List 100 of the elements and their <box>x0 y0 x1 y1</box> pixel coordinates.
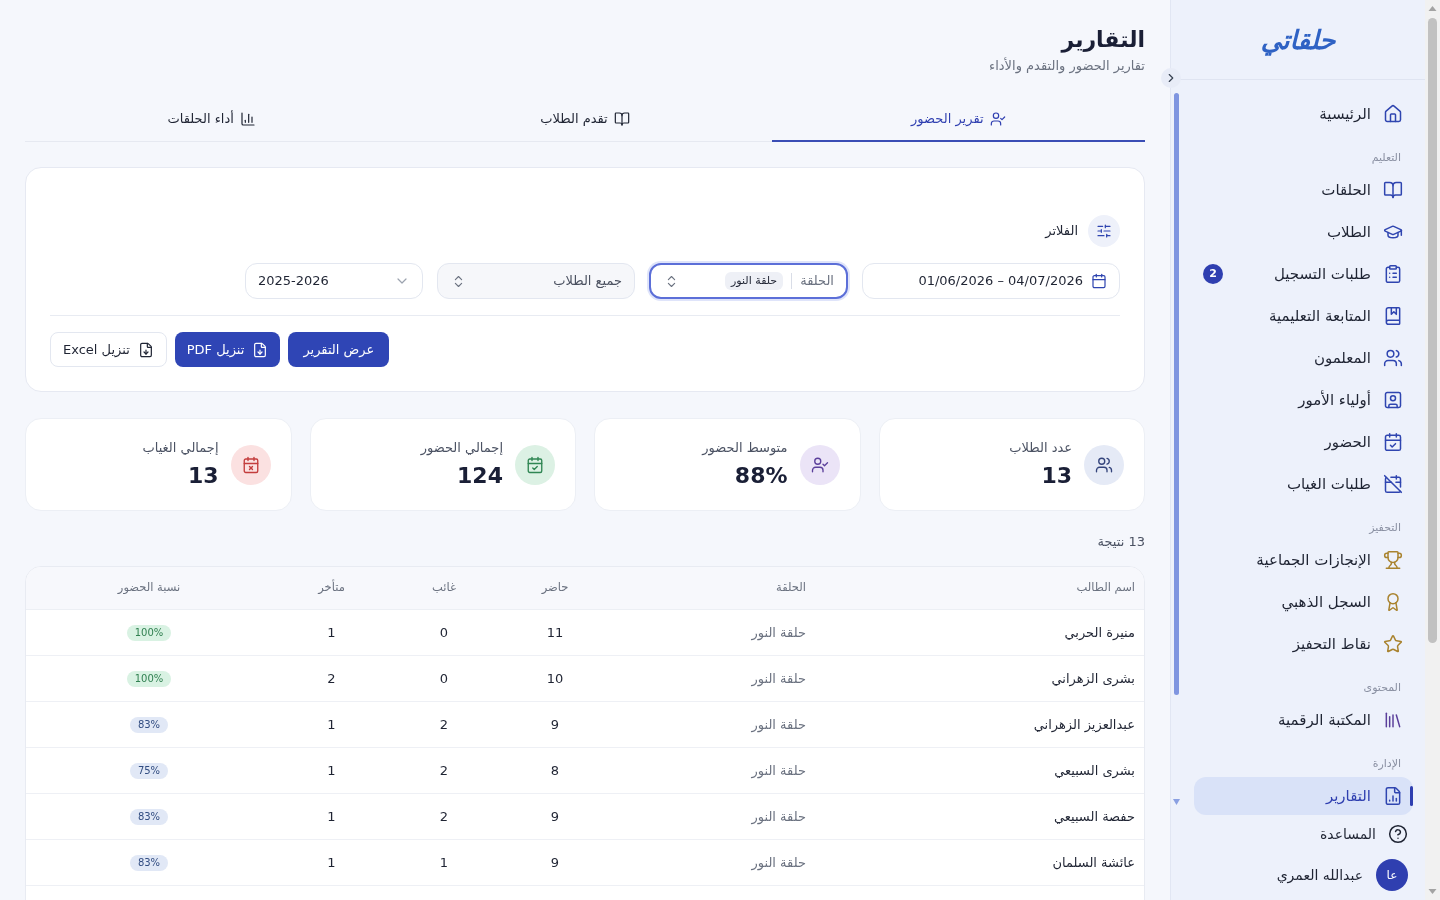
sidebar-item[interactable]: طلبات الغياب <box>1286 474 1403 494</box>
table-cell-text: 10 <box>546 669 564 688</box>
column-header: اسم الطالب <box>1076 579 1135 597</box>
user-avatar[interactable]: عا <box>1376 859 1408 891</box>
sidebar-item[interactable]: الرئيسية <box>1319 104 1403 124</box>
tab[interactable]: تقدم الطلاب <box>540 109 630 128</box>
table-cell-text: حلقة النور <box>751 807 806 827</box>
table-cell-text: 0 <box>439 623 449 642</box>
sidebar-item[interactable]: المكتبة الرقمية <box>1278 710 1403 730</box>
table-cell-text: حلقة النور <box>751 853 806 873</box>
open-book-icon <box>1383 180 1403 200</box>
user-check-icon <box>989 110 1006 127</box>
table-cell-text: 1 <box>327 761 336 780</box>
table-cell-text: عائشة السلمان <box>1052 853 1135 872</box>
users-icon <box>1383 348 1403 368</box>
books-icon <box>1383 710 1403 730</box>
year-select-field[interactable]: 2025-2026 <box>245 263 423 299</box>
table-cell-text: 1 <box>327 623 336 642</box>
sidebar-item[interactable]: المعلمون <box>1313 348 1403 368</box>
page-scrollbar[interactable] <box>1425 0 1440 900</box>
show-report-button[interactable]: عرض التقرير <box>288 332 390 367</box>
rate-badge: 75% <box>129 762 169 779</box>
sidebar-item[interactable]: الطلاب <box>1326 222 1403 242</box>
table-cell-text: 1 <box>327 853 336 872</box>
sidebar-item[interactable]: الإنجازات الجماعية <box>1256 550 1403 570</box>
calendar-check-icon <box>515 444 555 485</box>
page-title: التقارير <box>1061 26 1145 54</box>
table-cell-text: عبدالعزيز الزهراني <box>1033 715 1135 735</box>
sidebar-item[interactable]: التقارير <box>1194 777 1413 815</box>
file-download-icon <box>137 341 154 358</box>
sidebar-item[interactable]: المتابعة التعليمية <box>1269 306 1403 326</box>
trophy-icon <box>1383 550 1403 570</box>
calendar-icon <box>1091 273 1107 289</box>
rate-badge: 100% <box>126 670 172 687</box>
count-badge: 2 <box>1203 264 1223 284</box>
table-cell-text: حلقة النور <box>751 669 806 689</box>
section-label: التحفيز <box>1369 521 1401 535</box>
table-cell-text: 2 <box>439 715 449 734</box>
logo-text: حلقاتي <box>1260 23 1336 56</box>
table-cell-text: 2 <box>327 669 336 688</box>
column-header: الحلقة <box>776 579 806 597</box>
user-square-icon <box>1383 390 1403 410</box>
stat-label: عدد الطلاب <box>1009 439 1072 457</box>
table-cell-text: 9 <box>550 715 560 734</box>
selected-chip: حلقة النور <box>725 271 784 291</box>
tab[interactable]: تقرير الحضور <box>771 95 1145 142</box>
file-download-icon <box>252 341 269 358</box>
stat-value: 13 <box>187 462 219 490</box>
table-cell-text: حلقة النور <box>751 623 806 643</box>
sidebar-item[interactable]: أولياء الأمور <box>1298 390 1403 410</box>
user-name: عبدالله العمري <box>1276 865 1363 886</box>
stat-value: 13 <box>1041 462 1072 490</box>
table-cell-text: 1 <box>327 807 336 826</box>
stat-label: إجمالي الحضور <box>420 439 503 457</box>
bar-chart-icon <box>239 110 256 127</box>
open-book-icon <box>613 110 630 127</box>
table-cell-text: 1 <box>439 853 449 872</box>
users-icon <box>1084 444 1124 485</box>
section-label: التعليم <box>1371 151 1401 165</box>
rate-badge: 100% <box>126 624 172 641</box>
table-cell-text: بشرى السبيعي <box>1054 761 1135 781</box>
star-icon <box>1383 634 1403 654</box>
section-label: الإدارة <box>1372 757 1401 771</box>
table-cell-text: 8 <box>550 761 560 780</box>
sidebar-item[interactable]: الحضور <box>1324 432 1403 452</box>
page-subtitle: تقارير الحضور والتقدم والأداء <box>989 57 1145 75</box>
sidebar-item[interactable]: نقاط التحفيز <box>1292 634 1403 654</box>
download-pdf-button[interactable]: تنزيل PDF <box>174 332 281 367</box>
rate-badge: 83% <box>129 808 169 825</box>
collapse-button[interactable] <box>1161 68 1181 88</box>
sidebar-item[interactable]: السجل الذهبي <box>1281 592 1403 612</box>
stat-value: 88% <box>734 462 788 490</box>
calendar-slash-icon <box>1383 474 1403 494</box>
column-header: حاضر <box>541 579 569 597</box>
column-header: متأخر <box>318 579 345 597</box>
table-cell-text: 0 <box>439 669 449 688</box>
date-range-field[interactable]: 01/06/2026 – 04/07/2026 <box>862 263 1120 299</box>
rate-badge: 83% <box>129 854 169 871</box>
table-cell-text: 1 <box>327 715 336 734</box>
house-icon <box>1383 104 1403 124</box>
tab[interactable]: أداء الحلقات <box>167 109 256 128</box>
bookmarked-book-icon <box>1383 306 1403 326</box>
table-cell-text: 9 <box>550 853 560 872</box>
column-header: غائب <box>432 579 456 597</box>
table-cell-text: حلقة النور <box>751 761 806 781</box>
table-cell-text: حفصة السبيعي <box>1053 807 1135 826</box>
help-link[interactable]: المساعدة <box>1319 824 1408 844</box>
sidebar-item[interactable]: الحلقات <box>1321 180 1403 200</box>
download-excel-button[interactable]: تنزيل Excel <box>50 332 167 367</box>
table-cell-text: حلقة النور <box>751 715 806 735</box>
table-cell-text: 2 <box>439 761 449 780</box>
circle-select-field[interactable]: الحلقة حلقة النور <box>649 263 848 299</box>
clipboard-list-icon <box>1383 264 1403 284</box>
file-chart-icon <box>1383 786 1403 806</box>
results-count: 13 نتيجة <box>1097 533 1145 551</box>
rate-badge: 83% <box>129 716 169 733</box>
stat-value: 124 <box>457 462 503 490</box>
sliders-icon <box>1088 215 1120 247</box>
table-cell-text: 11 <box>546 623 564 642</box>
column-header: نسبة الحضور <box>117 579 181 597</box>
